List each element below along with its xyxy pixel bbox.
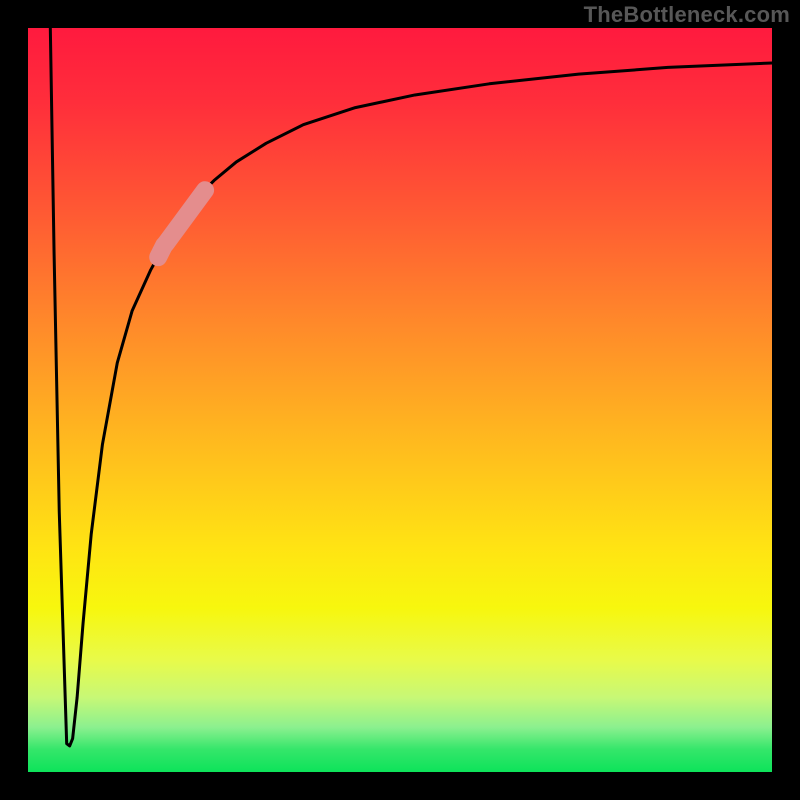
series-curve <box>50 28 772 746</box>
chart-stage: TheBottleneck.com <box>0 0 800 800</box>
series-highlight-main <box>166 190 205 244</box>
watermark-text: TheBottleneck.com <box>584 2 790 28</box>
plot-area <box>28 28 772 772</box>
series-highlight-dot <box>158 245 164 257</box>
curve-svg <box>28 28 772 772</box>
